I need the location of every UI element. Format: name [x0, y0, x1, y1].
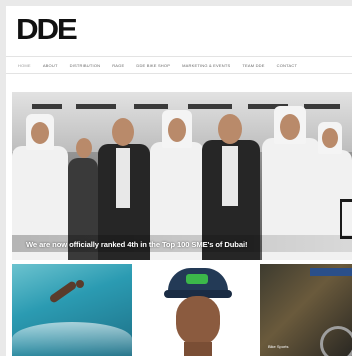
- hero-backdrop-banner: [32, 104, 62, 109]
- bike-wheel-shape: [320, 326, 352, 356]
- nav-item-bike-shop[interactable]: DDE BIKE SHOP: [136, 63, 170, 68]
- thumbnail-surfing[interactable]: [12, 264, 132, 356]
- hero-backdrop-banner: [188, 104, 232, 109]
- surfer-head: [76, 280, 84, 288]
- ad-brand-bar: [310, 268, 352, 276]
- hero-screen-display: [342, 202, 352, 236]
- page: DDE HOME ABOUT DISTRIBUTION RAGE DDE BIK…: [6, 6, 352, 356]
- nav-divider-bottom: [6, 73, 352, 74]
- neck-shape: [184, 342, 212, 356]
- main-nav: HOME ABOUT DISTRIBUTION RAGE DDE BIKE SH…: [6, 58, 352, 72]
- hero-backdrop-banner: [76, 104, 116, 109]
- site-logo[interactable]: DDE: [16, 16, 78, 45]
- nav-item-team[interactable]: TEAM DDE: [242, 63, 264, 68]
- nav-item-rage[interactable]: RAGE: [112, 63, 124, 68]
- nav-item-home[interactable]: HOME: [18, 63, 31, 68]
- thumbnail-cap[interactable]: [138, 264, 258, 356]
- nav-item-about[interactable]: ABOUT: [43, 63, 58, 68]
- nav-item-contact[interactable]: CONTACT: [277, 63, 297, 68]
- cap-logo: [186, 274, 208, 284]
- hero-backdrop-banner: [304, 104, 340, 109]
- wave-shape: [12, 322, 132, 356]
- thumbnail-bike-ad[interactable]: Bike Sports: [260, 264, 352, 356]
- nav-item-marketing-events[interactable]: MARKETING & EVENTS: [182, 63, 230, 68]
- nav-divider-top: [6, 56, 352, 57]
- nav-item-distribution[interactable]: DISTRIBUTION: [70, 63, 101, 68]
- surfer-figure: [48, 280, 78, 304]
- ad-label: Bike Sports: [268, 344, 289, 349]
- hero-caption: We are now officially ranked 4th in the …: [26, 240, 248, 249]
- face-shape: [176, 296, 220, 346]
- hero-backdrop-banner: [134, 104, 168, 109]
- hero-slide[interactable]: We are now officially ranked 4th in the …: [12, 92, 352, 260]
